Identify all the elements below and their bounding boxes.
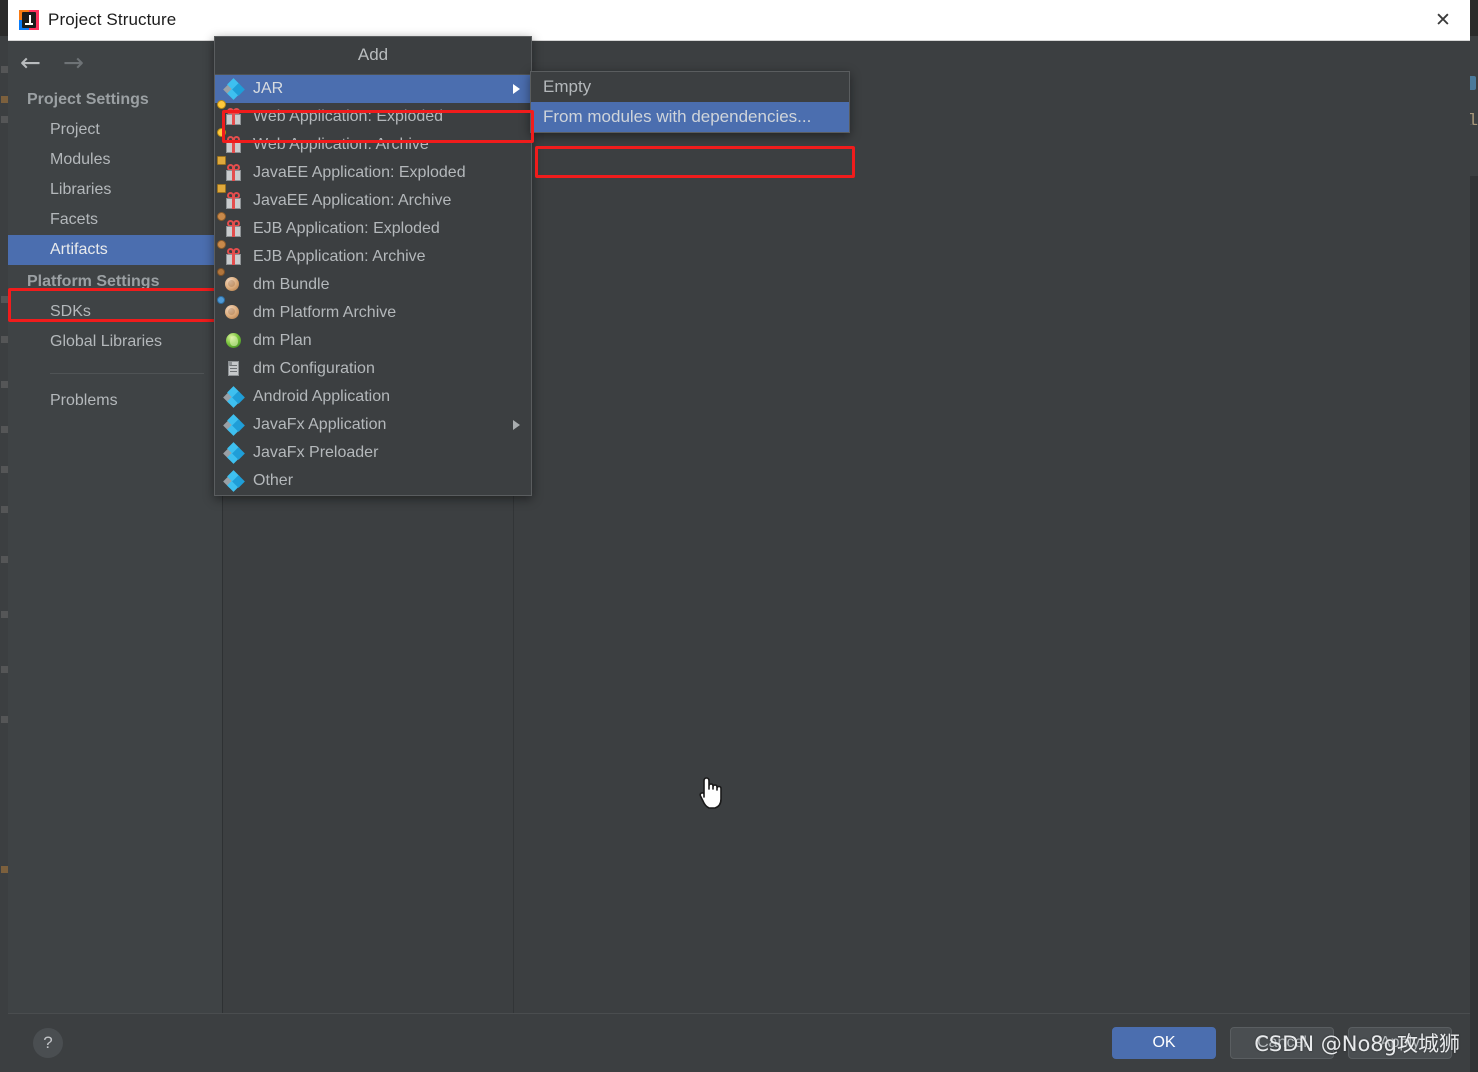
menu-item-label: JavaEE Application: Archive bbox=[253, 192, 452, 209]
menu-item-web-application-archive[interactable]: Web Application: Archive bbox=[215, 128, 531, 159]
sidebar-item-artifacts[interactable]: Artifacts bbox=[8, 235, 222, 265]
menu-item-other[interactable]: Other bbox=[215, 467, 531, 495]
dialog-titlebar: Project Structure ✕ bbox=[8, 0, 1470, 41]
menu-item-label: Web Application: Archive bbox=[253, 136, 429, 153]
gift-grid-icon bbox=[217, 184, 243, 210]
back-arrow-icon[interactable]: ← bbox=[20, 50, 41, 75]
dialog-footer: ? OK Cancel Apply CSDN @No8g攻城狮 bbox=[8, 1013, 1470, 1072]
add-menu-header: Add bbox=[215, 37, 531, 75]
ok-button[interactable]: OK bbox=[1112, 1027, 1216, 1059]
jar-submenu: Empty From modules with dependencies... bbox=[530, 71, 850, 133]
menu-item-label: EJB Application: Archive bbox=[253, 248, 426, 265]
submenu-item-from-modules-with-dependencies[interactable]: From modules with dependencies... bbox=[531, 102, 849, 132]
sidebar-nav-row: ← → bbox=[8, 41, 222, 83]
menu-item-label: dm Plan bbox=[253, 332, 312, 349]
menu-item-label: Web Application: Exploded bbox=[253, 108, 444, 125]
menu-item-dm-plan[interactable]: dm Plan bbox=[215, 327, 531, 355]
gift-globe-icon bbox=[217, 128, 243, 154]
screenshot-root: ol Project Structure ✕ ← → Project Setti… bbox=[0, 0, 1478, 1072]
dm-bundle-icon bbox=[217, 268, 243, 294]
menu-item-label: Android Application bbox=[253, 388, 390, 405]
sidebar-item-project[interactable]: Project bbox=[8, 115, 222, 145]
gift-grid-icon bbox=[217, 156, 243, 182]
menu-item-label: JAR bbox=[253, 80, 284, 97]
jar-icon bbox=[223, 470, 245, 492]
forward-arrow-icon[interactable]: → bbox=[63, 50, 84, 75]
gift-bean-icon bbox=[217, 240, 243, 266]
intellij-idea-icon bbox=[19, 10, 39, 30]
jar-icon bbox=[223, 414, 245, 436]
menu-item-label: dm Platform Archive bbox=[253, 304, 397, 321]
help-icon[interactable]: ? bbox=[33, 1028, 63, 1058]
menu-item-jar[interactable]: JAR bbox=[215, 75, 531, 103]
chevron-right-icon bbox=[513, 84, 520, 94]
sidebar-item-libraries[interactable]: Libraries bbox=[8, 175, 222, 205]
sidebar-item-modules[interactable]: Modules bbox=[8, 145, 222, 175]
dialog-title: Project Structure bbox=[48, 10, 177, 29]
menu-item-javaee-application-exploded[interactable]: JavaEE Application: Exploded bbox=[215, 156, 531, 187]
sidebar-item-sdks[interactable]: SDKs bbox=[8, 297, 222, 327]
dm-plan-icon bbox=[225, 332, 243, 350]
menu-item-ejb-application-archive[interactable]: EJB Application: Archive bbox=[215, 240, 531, 271]
menu-item-web-application-exploded[interactable]: Web Application: Exploded bbox=[215, 100, 531, 131]
sidebar-item-facets[interactable]: Facets bbox=[8, 205, 222, 235]
menu-item-javafx-application[interactable]: JavaFx Application bbox=[215, 411, 531, 439]
jar-icon bbox=[223, 78, 245, 100]
sidebar-divider bbox=[50, 373, 204, 374]
jar-icon bbox=[223, 386, 245, 408]
sidebar-group-platform-settings: Platform Settings bbox=[27, 273, 160, 290]
menu-item-label: EJB Application: Exploded bbox=[253, 220, 440, 237]
menu-item-android-application[interactable]: Android Application bbox=[215, 383, 531, 411]
sidebar-item-problems[interactable]: Problems bbox=[8, 386, 222, 416]
sidebar-item-global-libraries[interactable]: Global Libraries bbox=[8, 327, 222, 357]
menu-item-label: JavaEE Application: Exploded bbox=[253, 164, 466, 181]
close-icon[interactable]: ✕ bbox=[1416, 0, 1470, 39]
menu-item-dm-bundle[interactable]: dm Bundle bbox=[215, 268, 531, 299]
dm-platform-icon bbox=[217, 296, 243, 322]
dm-configuration-icon bbox=[225, 360, 243, 378]
menu-item-dm-configuration[interactable]: dm Configuration bbox=[215, 355, 531, 383]
add-artifact-menu: Add JAR Web Application: Exploded Web Ap… bbox=[214, 36, 532, 496]
menu-item-label: Other bbox=[253, 472, 294, 489]
menu-item-label: JavaFx Application bbox=[253, 416, 387, 433]
chevron-right-icon bbox=[513, 420, 520, 430]
menu-item-dm-platform-archive[interactable]: dm Platform Archive bbox=[215, 296, 531, 327]
menu-item-ejb-application-exploded[interactable]: EJB Application: Exploded bbox=[215, 212, 531, 243]
menu-item-label: JavaFx Preloader bbox=[253, 444, 379, 461]
gift-globe-icon bbox=[217, 100, 243, 126]
menu-item-javaee-application-archive[interactable]: JavaEE Application: Archive bbox=[215, 184, 531, 215]
submenu-item-empty[interactable]: Empty bbox=[531, 72, 849, 102]
menu-item-label: dm Configuration bbox=[253, 360, 375, 377]
menu-item-javafx-preloader[interactable]: JavaFx Preloader bbox=[215, 439, 531, 467]
jar-icon bbox=[223, 442, 245, 464]
sidebar-group-project-settings: Project Settings bbox=[27, 91, 149, 108]
settings-sidebar: ← → Project Settings Project Modules Lib… bbox=[8, 41, 223, 1013]
csdn-watermark: CSDN @No8g攻城狮 bbox=[1254, 1032, 1460, 1056]
gift-bean-icon bbox=[217, 212, 243, 238]
menu-item-label: dm Bundle bbox=[253, 276, 330, 293]
